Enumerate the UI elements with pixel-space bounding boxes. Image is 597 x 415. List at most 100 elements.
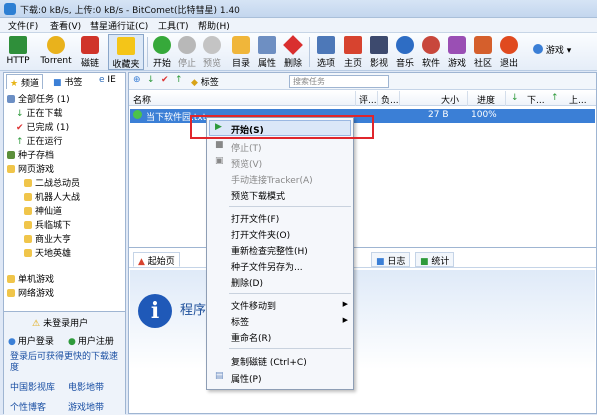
menu-file[interactable]: 文件(F) [8, 19, 38, 32]
tab-channels[interactable]: ★ 频道 [6, 74, 43, 89]
menu-item-tag[interactable]: 标签 [231, 315, 249, 328]
tab-ie[interactable]: e IE [96, 74, 119, 89]
menu-tools[interactable]: 工具(T) [158, 19, 189, 32]
home-button[interactable]: 主页 [342, 34, 364, 70]
game-dropdown[interactable]: 游戏 ▾ [533, 43, 571, 56]
menu-item-open-file[interactable]: 打开文件(F) [231, 212, 279, 225]
tree-game-item[interactable]: 神仙道 [24, 206, 62, 218]
games-button[interactable]: 游戏 [446, 34, 468, 70]
properties-button[interactable]: 属性 [256, 34, 278, 70]
start-button[interactable]: 开始 [151, 34, 173, 70]
home-icon: ▲ [138, 257, 145, 267]
catalog-icon [232, 36, 250, 54]
menu-help[interactable]: 帮助(H) [198, 19, 230, 32]
tree-game-item[interactable]: 天地英雄 [24, 248, 71, 260]
folder-icon [24, 179, 32, 187]
login-promo-link[interactable]: 登录后可获得更快的下载速度 [10, 352, 122, 374]
exit-button[interactable]: 退出 [498, 34, 520, 70]
col-upload-speed[interactable]: ↑ [551, 93, 559, 103]
col-download-status[interactable]: 负... [381, 93, 399, 106]
app-icon [4, 3, 16, 15]
menu-passport[interactable]: 彗星通行证(C) [90, 19, 148, 32]
power-icon [500, 36, 518, 54]
col-download-speed[interactable]: ↓ [511, 93, 519, 103]
link-movie-zone[interactable]: 电影地带 [68, 380, 104, 393]
tree-downloading[interactable]: ↓ 正在下载 [16, 108, 63, 120]
favorites-button[interactable]: 收藏夹 [108, 34, 144, 70]
menu-item-move-to[interactable]: 文件移动到 [231, 299, 276, 312]
col-comment[interactable]: 评... [359, 93, 377, 106]
tab-stats[interactable]: ■ 统计 [415, 252, 455, 267]
arrow-down-icon[interactable]: ↓ [147, 75, 155, 85]
menu-item-properties[interactable]: 属性(P) [231, 372, 261, 385]
properties-icon: ▤ [215, 371, 224, 381]
community-button[interactable]: 社区 [472, 34, 494, 70]
tree-running[interactable]: ↑ 正在运行 [16, 136, 63, 148]
music-button[interactable]: 音乐 [394, 34, 416, 70]
add-icon[interactable]: ⊕ [133, 75, 141, 85]
start-page-text: 程序 [180, 303, 207, 318]
tree-net-games[interactable]: 网络游戏 [7, 288, 54, 300]
tree-game-item[interactable]: 二战总动员 [24, 178, 80, 190]
folder-icon [24, 249, 32, 257]
menu-item-preview[interactable]: 预览(V) [231, 157, 262, 170]
arrow-up-icon[interactable]: ↑ [175, 75, 183, 85]
tree-game-item[interactable]: 机器人大战 [24, 192, 80, 204]
link-movie-db[interactable]: 中国影视库 [10, 380, 55, 393]
detail-tabs: ▲ 起始页 ■ 日志 ■ 统计 [129, 250, 596, 268]
tab-start-page[interactable]: ▲ 起始页 [133, 252, 180, 267]
tree-game-item[interactable]: 商业大亨 [24, 234, 71, 246]
torrent-button[interactable]: Torrent [36, 34, 76, 70]
submenu-arrow-icon: ▶ [342, 300, 348, 308]
tab-bookmarks[interactable]: ■ 书签 [50, 74, 85, 89]
login-button[interactable]: ● 用户登录 [8, 336, 54, 348]
http-button[interactable]: HTTP [4, 34, 32, 70]
user-icon: ● [8, 337, 16, 347]
tree-completed[interactable]: ✔ 已完成 (1) [16, 122, 69, 134]
preview-button[interactable]: 预览 [201, 34, 223, 70]
arrow-up-icon: ↑ [16, 137, 24, 147]
search-input[interactable]: 搜索任务 [289, 75, 389, 88]
stop-button[interactable]: 停止 [176, 34, 198, 70]
menu-item-rename[interactable]: 重命名(R) [231, 331, 271, 344]
delete-button[interactable]: 删除 [282, 34, 304, 70]
col-progress[interactable]: 进度 [477, 93, 495, 106]
menu-item-recheck[interactable]: 重新检查完整性(H) [231, 244, 308, 257]
magnet-button[interactable]: 磁链 [78, 34, 102, 70]
menu-item-save-torrent[interactable]: 种子文件另存为... [231, 260, 303, 273]
col-download[interactable]: 下... [527, 93, 545, 106]
folder-icon [7, 289, 15, 297]
menu-item-connect-tracker[interactable]: 手动连接Tracker(A) [231, 173, 313, 186]
tree-all-tasks[interactable]: 全部任务 (1) [7, 94, 70, 106]
options-button[interactable]: 选项 [314, 34, 338, 70]
col-size[interactable]: 大小 [441, 93, 459, 106]
catalog-button[interactable]: 目录 [230, 34, 252, 70]
check-icon[interactable]: ✔ [161, 75, 169, 85]
menu-view[interactable]: 查看(V) [50, 19, 81, 32]
video-button[interactable]: 影视 [368, 34, 390, 70]
menu-item-open-folder[interactable]: 打开文件夹(O) [231, 228, 290, 241]
link-game-zone[interactable]: 游戏地带 [68, 400, 104, 413]
star-icon: ★ [10, 79, 19, 89]
col-name[interactable]: 名称 [133, 93, 151, 106]
register-button[interactable]: ● 用户注册 [68, 336, 114, 348]
menu-item-copy-magnet[interactable]: 复制磁链 (Ctrl+C) [231, 355, 307, 368]
http-download-icon [9, 36, 27, 54]
tab-log[interactable]: ■ 日志 [371, 252, 411, 267]
folder-icon [7, 165, 15, 173]
context-menu: ▶ 开始(S) ■ 停止(T) ▣ 预览(V) 手动连接Tracker(A) 预… [206, 117, 354, 390]
tag-filter[interactable]: ◆ 标签 [191, 75, 219, 88]
col-upload[interactable]: 上... [569, 93, 587, 106]
link-blog[interactable]: 个性博客 [10, 400, 46, 413]
tree-torrent-store[interactable]: 种子存档 [7, 150, 54, 162]
tree-single-games[interactable]: 单机游戏 [7, 274, 54, 286]
software-button[interactable]: 软件 [420, 34, 442, 70]
properties-icon [258, 36, 276, 54]
globe-icon [533, 44, 543, 54]
menu-item-stop[interactable]: 停止(T) [231, 141, 262, 154]
menu-item-preview-mode[interactable]: 预览下载模式 [231, 189, 285, 202]
menu-item-delete[interactable]: 删除(D) [231, 276, 263, 289]
tree-game-item[interactable]: 兵临城下 [24, 220, 71, 232]
music-icon [396, 36, 414, 54]
tree-web-games[interactable]: 网页游戏 [7, 164, 54, 176]
